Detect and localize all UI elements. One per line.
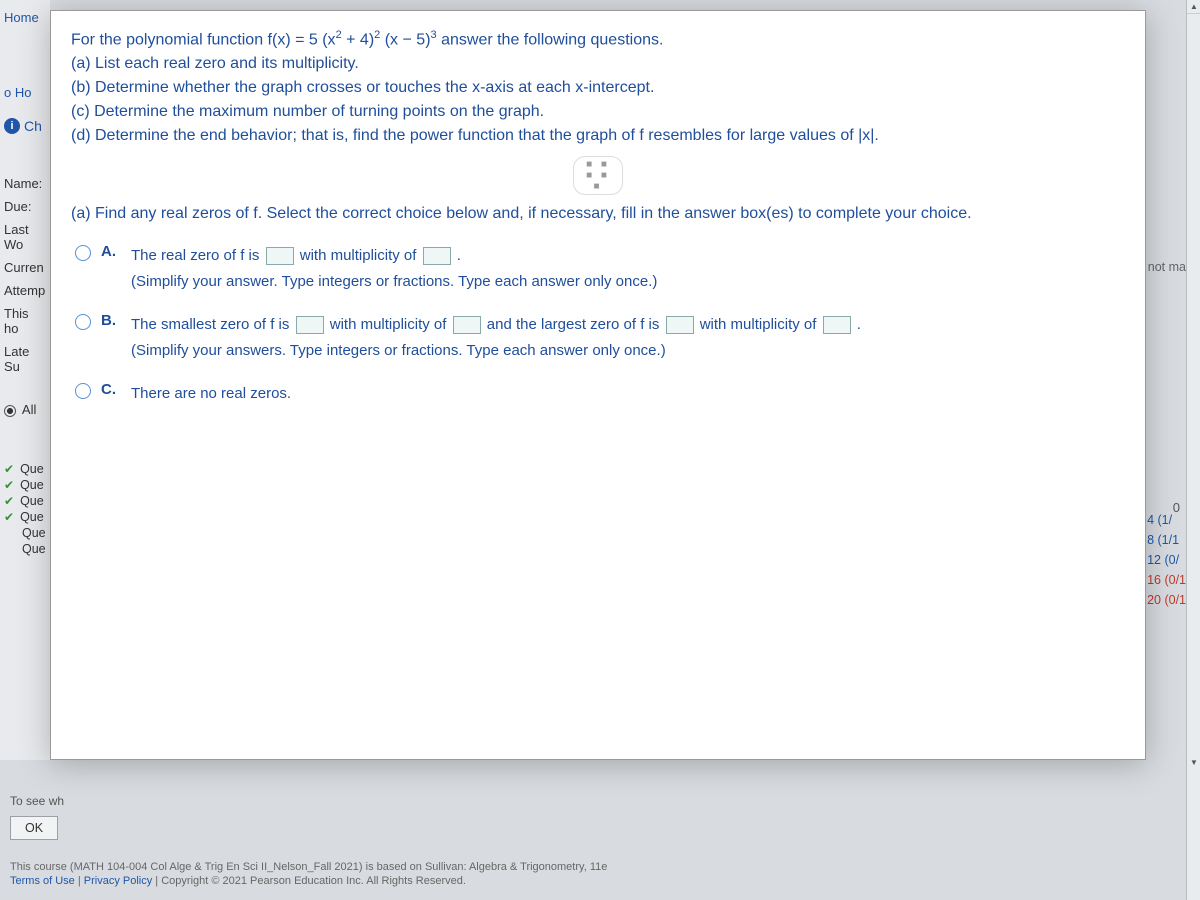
course-footer: This course (MATH 104-004 Col Alge & Tri…: [10, 860, 1110, 889]
list-item[interactable]: ✔Que: [4, 493, 50, 509]
problem-part-d: (d) Determine the end behavior; that is,…: [71, 127, 879, 144]
answer-input-a-zero[interactable]: [266, 247, 294, 265]
choice-b-text-post: .: [857, 316, 861, 333]
question-modal: For the polynomial function f(x) = 5 (x2…: [50, 10, 1146, 760]
nav-ch-row[interactable]: i Ch: [0, 110, 50, 142]
footer-privacy-link[interactable]: Privacy Policy: [84, 875, 152, 887]
answer-input-a-mult[interactable]: [423, 247, 451, 265]
choice-b-text-mid3: with multiplicity of: [700, 316, 821, 333]
choice-c-text: There are no real zeros.: [131, 381, 291, 407]
footer-course-line: This course (MATH 104-004 Col Alge & Tri…: [10, 861, 607, 873]
scroll-up-icon[interactable]: ▲: [1187, 0, 1200, 14]
to-see-text: To see wh: [10, 794, 1160, 808]
sidebar-label-due: Due:: [0, 195, 50, 218]
choice-a-row: A. The real zero of f is with multiplici…: [75, 243, 1125, 294]
part-a-instruction: (a) Find any real zeros of f. Select the…: [71, 205, 1125, 223]
radio-choice-c[interactable]: [75, 383, 91, 399]
section-divider-icon[interactable]: ■ ■ ■ ■ ■: [573, 156, 623, 195]
sidebar-label-name: Name:: [0, 172, 50, 195]
choice-b-text-pre: The smallest zero of f is: [131, 316, 294, 333]
choice-a-letter: A.: [101, 243, 121, 260]
problem-part-b: (b) Determine whether the graph crosses …: [71, 79, 654, 96]
check-icon: ✔: [4, 478, 14, 492]
answer-input-b-mult2[interactable]: [823, 316, 851, 334]
scroll-down-icon[interactable]: ▼: [1187, 756, 1200, 770]
answer-input-b-zero1[interactable]: [296, 316, 324, 334]
check-icon: ✔: [4, 494, 14, 508]
nav-ch-label: Ch: [24, 118, 42, 134]
choice-a-text-pre: The real zero of f is: [131, 247, 264, 264]
sidebar-all-filter[interactable]: All: [0, 398, 50, 421]
below-modal-area: To see wh OK: [0, 770, 1170, 840]
info-icon: i: [4, 118, 20, 134]
footer-terms-link[interactable]: Terms of Use: [10, 875, 75, 887]
list-item[interactable]: Que: [4, 541, 50, 557]
choice-b-text-mid2: and the largest zero of f is: [487, 316, 664, 333]
nav-oho-link[interactable]: o Ho: [0, 75, 50, 110]
sidebar-question-list: ✔Que ✔Que ✔Que ✔Que Que Que: [0, 461, 50, 557]
list-item[interactable]: ✔Que: [4, 509, 50, 525]
problem-part-c: (c) Determine the maximum number of turn…: [71, 103, 544, 120]
answer-input-b-mult1[interactable]: [453, 316, 481, 334]
nav-home-link[interactable]: Home: [0, 0, 50, 35]
radio-choice-b[interactable]: [75, 314, 91, 330]
sidebar-label-attemp: Attemp: [0, 279, 50, 302]
choice-a-hint: (Simplify your answer. Type integers or …: [131, 273, 657, 290]
check-icon: ✔: [4, 462, 14, 476]
problem-part-a: (a) List each real zero and its multipli…: [71, 55, 359, 72]
sidebar-label-lastwo: Last Wo: [0, 218, 50, 256]
sidebar-label-latesu: Late Su: [0, 340, 50, 378]
choice-a-text-post: .: [457, 247, 461, 264]
sidebar-label-curren: Curren: [0, 256, 50, 279]
list-item[interactable]: ✔Que: [4, 461, 50, 477]
radio-choice-a[interactable]: [75, 245, 91, 261]
choice-a-text-mid: with multiplicity of: [300, 247, 421, 264]
problem-stem: For the polynomial function f(x) = 5 (x2…: [71, 27, 1125, 148]
choice-c-letter: C.: [101, 381, 121, 398]
list-item[interactable]: ✔Que: [4, 477, 50, 493]
footer-copyright: Copyright © 2021 Pearson Education Inc. …: [161, 875, 466, 887]
check-icon: ✔: [4, 510, 14, 524]
sidebar-label-thisho: This ho: [0, 302, 50, 340]
choice-b-letter: B.: [101, 312, 121, 329]
choice-b-text-mid1: with multiplicity of: [330, 316, 451, 333]
answer-input-b-zero2[interactable]: [666, 316, 694, 334]
choice-b-row: B. The smallest zero of f is with multip…: [75, 312, 1125, 363]
background-left-nav: Home o Ho i Ch Name: Due: Last Wo Curren…: [0, 0, 50, 760]
choice-b-hint: (Simplify your answers. Type integers or…: [131, 342, 666, 359]
ok-button[interactable]: OK: [10, 816, 58, 840]
page-scrollbar[interactable]: ▲ ▼: [1186, 0, 1200, 900]
choice-c-row: C. There are no real zeros.: [75, 381, 1125, 407]
list-item[interactable]: Que: [4, 525, 50, 541]
